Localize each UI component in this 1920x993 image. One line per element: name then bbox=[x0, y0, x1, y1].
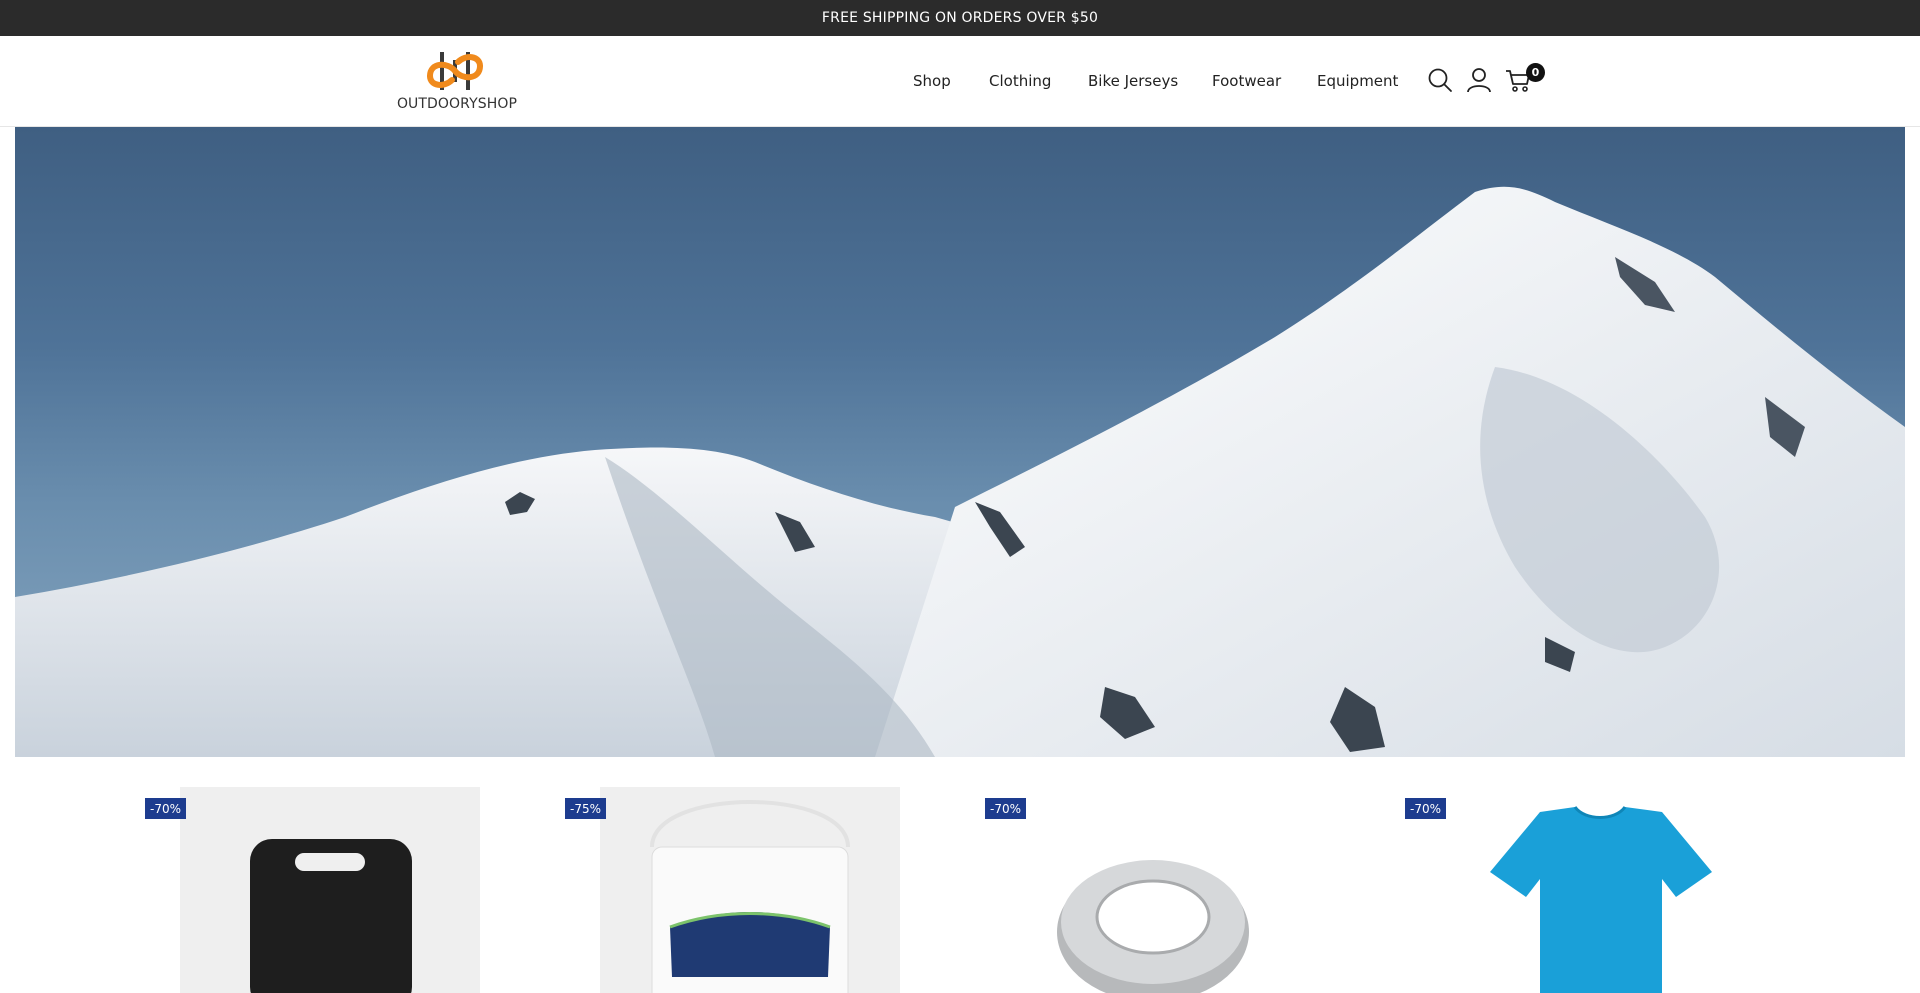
product-image[interactable] bbox=[1020, 787, 1320, 993]
nav-clothing[interactable]: Clothing bbox=[989, 72, 1051, 90]
product-card[interactable]: -70% bbox=[985, 787, 1320, 993]
cutting-board-image bbox=[250, 839, 412, 993]
tshirt-image bbox=[1490, 805, 1712, 993]
site-header: OUTDOORYSHOP Shop Clothing Bike Jerseys … bbox=[0, 36, 1920, 127]
nav-footwear[interactable]: Footwear bbox=[1212, 72, 1281, 90]
mountain-illustration bbox=[15, 186, 1905, 757]
user-icon[interactable] bbox=[1465, 66, 1493, 94]
discount-badge: -70% bbox=[1405, 798, 1447, 819]
discount-badge: -70% bbox=[145, 798, 187, 819]
product-card[interactable]: -70% bbox=[145, 787, 480, 993]
product-grid: -70% -75% -70% -70% bbox=[0, 770, 1920, 993]
main-nav: Shop Clothing Bike Jerseys Footwear Equi… bbox=[0, 36, 1920, 126]
search-icon[interactable] bbox=[1426, 66, 1454, 94]
hero-banner bbox=[15, 127, 1905, 757]
discount-badge: -70% bbox=[985, 798, 1027, 819]
product-image[interactable] bbox=[180, 787, 480, 993]
nav-bike-jerseys[interactable]: Bike Jerseys bbox=[1088, 72, 1178, 90]
announcement-text: FREE SHIPPING ON ORDERS OVER $50 bbox=[821, 10, 1099, 26]
nav-shop[interactable]: Shop bbox=[913, 72, 951, 90]
ring-adapter-image bbox=[1057, 860, 1249, 993]
cart-count-badge: 0 bbox=[1526, 63, 1545, 82]
product-image[interactable] bbox=[600, 787, 900, 993]
nav-equipment[interactable]: Equipment bbox=[1317, 72, 1398, 90]
bucket-image bbox=[650, 800, 850, 993]
product-image[interactable] bbox=[1440, 787, 1740, 993]
announcement-bar: FREE SHIPPING ON ORDERS OVER $50 bbox=[0, 0, 1920, 36]
product-card[interactable]: -75% bbox=[565, 787, 900, 993]
product-card[interactable]: -70% bbox=[1405, 787, 1740, 993]
discount-badge: -75% bbox=[565, 798, 607, 819]
